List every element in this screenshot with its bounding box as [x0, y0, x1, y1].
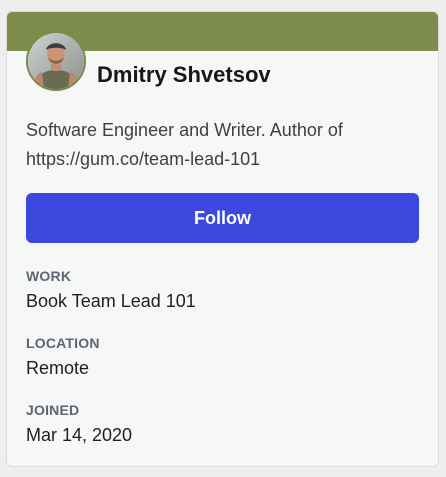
profile-card: Dmitry Shvetsov Software Engineer and Wr…	[6, 11, 439, 467]
detail-value: Mar 14, 2020	[26, 425, 133, 445]
detail-value: Book Team Lead 101	[26, 291, 196, 311]
detail-joined: JOINED Mar 14, 2020	[26, 401, 132, 447]
avatar[interactable]	[26, 31, 86, 91]
detail-location: LOCATION Remote	[26, 334, 100, 380]
detail-value: Remote	[26, 358, 90, 378]
avatar-photo-icon	[28, 33, 84, 89]
follow-button[interactable]: Follow	[26, 193, 419, 243]
detail-label: JOINED	[26, 402, 80, 418]
profile-bio: Software Engineer and Writer. Author of …	[26, 120, 343, 169]
detail-label: LOCATION	[26, 335, 100, 351]
detail-work: WORK Book Team Lead 101	[26, 267, 196, 313]
detail-label: WORK	[26, 268, 72, 284]
profile-name[interactable]: Dmitry Shvetsov	[97, 62, 271, 88]
